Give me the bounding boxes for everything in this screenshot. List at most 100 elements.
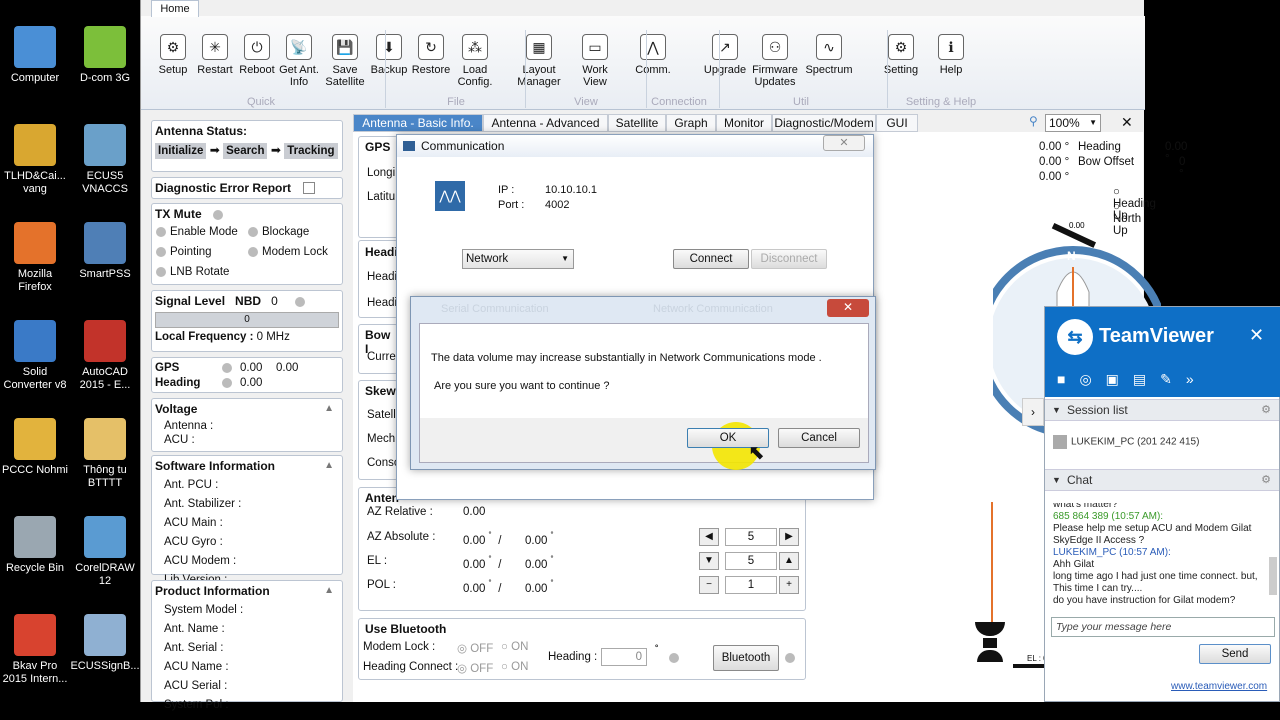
mouse-cursor-icon: ⬉ [748,442,765,464]
heading-field-label: Heading : [548,651,598,663]
save-satellite-button[interactable]: 💾 Save Satellite [321,34,369,88]
heading-connect-on-radio[interactable]: ○ ON [501,661,528,673]
desktop-icon[interactable]: PCCC Nohmi [0,418,70,477]
az-right-button[interactable]: ▶ [779,528,799,546]
desktop-icon[interactable]: Thông tu BTTTT [70,418,140,490]
gps-label: GPS [155,362,180,374]
chat-message: long time ago I had just one time connec… [1053,571,1258,594]
teamviewer-link[interactable]: www.teamviewer.com [1171,681,1267,692]
desktop-icon[interactable]: Bkav Pro 2015 Intern... [0,614,70,686]
desktop-icon[interactable]: SmartPSS [70,222,140,281]
blur-title-1: Serial Communication [441,303,549,315]
az-step[interactable]: 5 [725,528,777,546]
setup-button[interactable]: ⚙ Setup [149,34,197,76]
el-gauge-line [991,502,993,626]
product_items-row: ACU Serial : [164,680,228,692]
diag-checkbox[interactable] [303,182,316,194]
skew-panel: Skew Satell Mech Conso [358,380,400,480]
backup-button[interactable]: ⬇ Backup [365,34,413,76]
upgrade-button[interactable]: ↗ Upgrade [701,34,749,76]
status-dot-icon [248,246,258,257]
heading-connect-off-radio[interactable]: ◎ OFF [457,661,493,675]
session-list-header[interactable]: ▼ Session list ⚙ [1045,399,1279,421]
collapse-icon[interactable]: ▲ [324,460,334,471]
desktop-icon[interactable]: Mozilla Firefox [0,222,70,294]
chat-scrollbar[interactable] [1269,557,1277,595]
restore-button[interactable]: ↻ Restore [407,34,455,76]
firmware-icon: ⚇ [762,34,788,60]
state-initialize: Initialize [155,143,207,159]
teamviewer-title: TeamViewer [1099,325,1214,347]
blur-title-2: Network Communication [653,303,773,315]
expand-arrow-icon[interactable]: › [1022,398,1044,426]
desktop-icon[interactable]: Solid Converter v8 [0,320,70,392]
mode-select[interactable]: Network ▼ [462,249,574,269]
setting-button[interactable]: ⚙ Setting [877,34,925,76]
gps-heading-box: GPS 0.00 0.00 Heading 0.00 [151,357,343,393]
pol-minus-button[interactable]: − [699,576,719,594]
zoom-select[interactable]: 100% ▼ [1045,114,1101,132]
product_items-row: System Pol : [164,699,229,711]
tab-gui[interactable]: GUI [876,114,918,132]
download-icon: ⬇ [376,34,402,60]
layout-manager-button[interactable]: ▦ Layout Manager [515,34,563,88]
state-search: Search [223,143,268,159]
desktop-icon[interactable]: Computer [0,26,70,85]
spectrum-button[interactable]: ∿ Spectrum [805,34,853,76]
close-icon[interactable]: ✕ [1249,325,1264,346]
desktop-icon[interactable]: CorelDRAW 12 [70,516,140,588]
send-button[interactable]: Send [1199,644,1271,664]
gps-panel: GPS Longi Latitu [358,136,398,238]
connect-button[interactable]: Connect [673,249,749,269]
message-input[interactable]: Type your message here [1051,617,1275,637]
tab-home[interactable]: Home [151,0,199,17]
tab-diagnostic[interactable]: Diagnostic/Modem [772,114,876,132]
tab-antenna-basic[interactable]: Antenna - Basic Info. [353,114,483,132]
settings-icon: ⚙ [1261,404,1271,416]
tab-graph[interactable]: Graph [666,114,716,132]
modem-lock-off-radio[interactable]: ◎ OFF [457,641,493,655]
work-view-button[interactable]: ▭ Work View [571,34,619,88]
comm--button[interactable]: ⋀ Comm. [629,34,677,76]
collapse-icon[interactable]: ▲ [324,585,334,596]
reboot-button[interactable]: ⏻ Reboot [233,34,281,76]
close-icon[interactable]: ✕ [1121,114,1133,131]
desktop-icon[interactable]: AutoCAD 2015 - E... [70,320,140,392]
chat-header[interactable]: ▼ Chat ⚙ [1045,469,1279,491]
desktop-icon[interactable]: TLHD&Cai... vang [0,124,70,196]
el-up-button[interactable]: ▲ [779,552,799,570]
get-ant-info-button[interactable]: 📡 Get Ant. Info [275,34,323,88]
disconnect-button[interactable]: Disconnect [751,249,827,269]
spectrum-icon: ∿ [816,34,842,60]
collapse-icon[interactable]: ▲ [324,403,334,414]
pol-plus-button[interactable]: + [779,576,799,594]
az-left-button[interactable]: ◀ [699,528,719,546]
bluetooth-status-dot-icon [785,652,799,664]
heading-field-input[interactable]: 0 [601,648,647,666]
desktop-icon[interactable]: ECUSSignB... [70,614,140,673]
tab-satellite[interactable]: Satellite [608,114,666,132]
modem-lock-on-radio[interactable]: ○ ON [501,641,528,653]
close-icon[interactable]: ✕ [823,135,865,151]
pol-step[interactable]: 1 [725,576,777,594]
session-item[interactable]: LUKEKIM_PC (201 242 415) [1053,435,1199,449]
toolbar-icons[interactable]: ■◎▣▤✎» [1057,371,1208,388]
desktop-icon[interactable]: D-com 3G [70,26,140,85]
cancel-button[interactable]: Cancel [778,428,860,448]
restart-button[interactable]: ✳ Restart [191,34,239,76]
el-step[interactable]: 5 [725,552,777,570]
product-box: Product Information ▲ System Model : Ant. … [151,580,343,711]
load-config--button[interactable]: ⁂ Load Config. [451,34,499,88]
firmware-updates-button[interactable]: ⚇ Firmware Updates [751,34,799,88]
desktop-icon[interactable]: ECUS5 VNACCS [70,124,140,196]
confirm-question: Are you sure you want to continue ? [434,380,610,392]
tab-antenna-advanced[interactable]: Antenna - Advanced Info. [483,114,608,147]
close-icon[interactable]: ✕ [827,299,869,317]
pin-icon[interactable]: ⚲ [1029,114,1038,128]
help-button[interactable]: ℹ Help [927,34,975,76]
desktop-icon[interactable]: Recycle Bin [0,516,70,575]
bluetooth-button[interactable]: Bluetooth [713,645,779,671]
el-down-button[interactable]: ▼ [699,552,719,570]
tab-monitor[interactable]: Monitor [716,114,772,132]
group-file: File [447,96,465,108]
